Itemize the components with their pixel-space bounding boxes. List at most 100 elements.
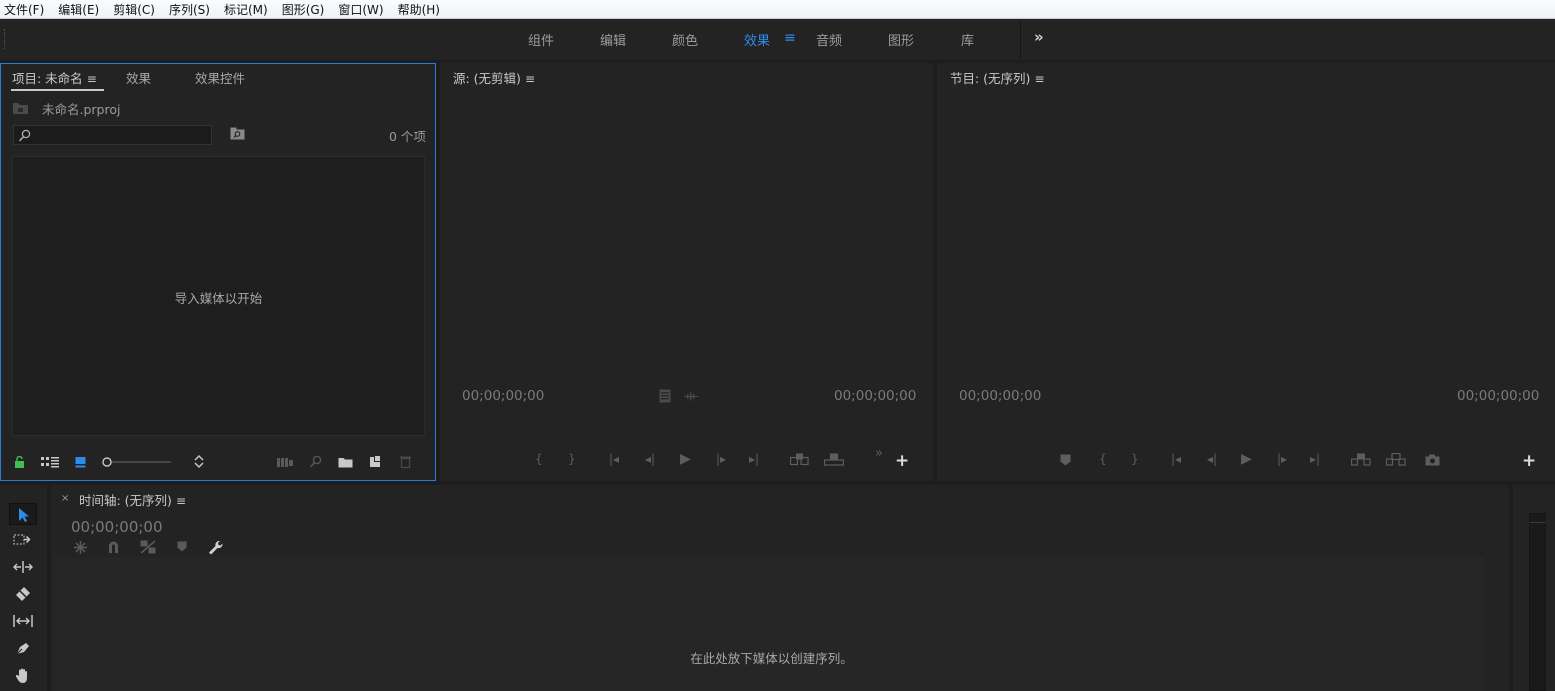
program-mark-in-icon[interactable]: { [1099,452,1107,466]
program-menu-icon[interactable]: ≡ [1034,72,1044,86]
new-bin-icon[interactable] [338,456,353,468]
icon-view-icon[interactable] [75,456,87,468]
program-play-icon[interactable]: ▶ [1241,451,1252,467]
snap-icon[interactable] [107,540,120,554]
program-go-to-out-icon[interactable]: ▸| [1310,452,1320,466]
wrench-icon[interactable] [208,540,224,555]
audio-meter-clip-indicator[interactable] [1529,513,1546,523]
program-title-label: 节目: (无序列) [950,71,1031,86]
tools-panel [0,485,47,691]
workspace-libraries[interactable]: 库 [961,30,974,49]
add-marker-icon[interactable] [1060,454,1071,466]
export-frame-icon[interactable] [1425,454,1440,466]
find-icon[interactable] [309,455,322,468]
workspace-assembly[interactable]: 组件 [528,30,554,49]
mark-in-icon[interactable]: { [535,452,543,466]
sort-icon[interactable] [193,454,205,469]
menu-file[interactable]: 文件(F) [4,1,44,18]
pen-tool-icon[interactable] [9,637,37,659]
program-monitor-title[interactable]: 节目: (无序列) ≡ [950,68,1045,87]
menu-clip[interactable]: 剪辑(C) [113,1,155,18]
menu-help[interactable]: 帮助(H) [398,1,440,18]
timeline-marker-icon[interactable] [177,541,187,552]
menu-sequence[interactable]: 序列(S) [169,1,210,18]
workspace-color[interactable]: 颜色 [672,30,698,49]
menubar: 文件(F) 编辑(E) 剪辑(C) 序列(S) 标记(M) 图形(G) 窗口(W… [0,0,1555,19]
nest-sequence-icon[interactable] [73,540,88,555]
list-view-icon[interactable] [41,456,59,468]
lock-icon[interactable] [14,456,25,468]
workspace-audio[interactable]: 音频 [816,30,842,49]
automate-sequence-icon[interactable] [277,457,293,468]
search-input[interactable] [13,125,212,145]
program-add-button-icon[interactable]: + [1522,451,1536,471]
slip-tool-icon[interactable] [9,610,37,632]
program-go-to-in-icon[interactable]: |◂ [1171,452,1181,466]
drop-media-message: 在此处放下媒体以创建序列。 [690,651,853,666]
program-mark-out-icon[interactable]: } [1131,452,1139,466]
menu-edit[interactable]: 编辑(E) [58,1,99,18]
play-icon[interactable]: ▶ [680,451,691,467]
menu-window[interactable]: 窗口(W) [338,1,383,18]
tab-effects[interactable]: 效果 [126,68,151,87]
lift-icon[interactable] [1351,453,1371,466]
timeline-timecode[interactable]: 00;00;00;00 [71,518,163,536]
source-monitor-panel: 源: (无剪辑) ≡ 00;00;00;00 00;00;00;00 { } |◂… [440,63,933,481]
drag-video-icon[interactable] [659,389,671,403]
workspace-effects[interactable]: 效果 [744,30,770,49]
search-bin-icon[interactable] [230,127,245,140]
project-menu-icon[interactable]: ≡ [87,72,97,86]
linked-selection-icon[interactable] [140,540,156,554]
source-monitor-title[interactable]: 源: (无剪辑) ≡ [453,68,535,87]
project-bin-icon [13,103,28,114]
extract-icon[interactable] [1386,453,1406,466]
source-menu-icon[interactable]: ≡ [525,72,535,86]
audio-meter [1529,513,1546,691]
project-filename: 未命名.prproj [42,102,121,117]
razor-tool-icon[interactable] [9,583,37,605]
source-title-label: 源: (无剪辑) [453,71,521,86]
timeline-close-icon[interactable]: × [61,493,69,504]
trash-icon[interactable] [400,455,411,468]
timeline-tab[interactable]: 时间轴: (无序列) ≡ [79,490,186,509]
workspace-graphics[interactable]: 图形 [888,30,914,49]
workspace-bar: 组件 编辑 颜色 效果 ≡ 音频 图形 库 » [0,19,1555,60]
program-monitor-panel: 节目: (无序列) ≡ 00;00;00;00 00;00;00;00 { } |… [937,63,1555,481]
program-playhead-timecode[interactable]: 00;00;00;00 [959,388,1041,404]
media-drop-area[interactable]: 导入媒体以开始 [12,156,425,436]
track-select-tool-icon[interactable] [9,529,37,551]
selection-tool-icon[interactable] [9,503,37,525]
grip-handle[interactable] [4,29,6,49]
workspace-menu-icon[interactable]: ≡ [784,30,796,46]
source-more-buttons-icon[interactable]: » [875,446,883,461]
import-media-message: 导入媒体以开始 [174,291,263,306]
insert-icon[interactable] [790,453,809,466]
go-to-in-icon[interactable]: |◂ [609,452,619,466]
tab-project[interactable]: 项目: 未命名 ≡ [12,68,97,87]
overwrite-icon[interactable] [824,453,844,466]
item-count: 0 个项 [389,129,426,144]
menu-markers[interactable]: 标记(M) [224,1,268,18]
program-step-forward-icon[interactable]: |▸ [1277,452,1287,466]
step-back-icon[interactable]: ◂| [645,452,655,466]
timeline-menu-icon[interactable]: ≡ [176,494,186,508]
step-forward-icon[interactable]: |▸ [716,452,726,466]
tab-project-label: 项目: 未命名 [12,71,83,86]
zoom-slider[interactable] [101,455,173,469]
program-duration-timecode: 00;00;00;00 [1457,388,1540,404]
drag-audio-icon[interactable] [684,392,698,401]
mark-out-icon[interactable]: } [568,452,576,466]
workspace-editing[interactable]: 编辑 [600,30,626,49]
ripple-edit-tool-icon[interactable] [9,556,37,578]
source-playhead-timecode[interactable]: 00;00;00;00 [462,388,544,404]
audio-meter-panel [1513,485,1555,691]
go-to-out-icon[interactable]: ▸| [749,452,759,466]
new-item-icon[interactable] [369,455,382,468]
hand-tool-icon[interactable] [9,664,37,686]
program-step-back-icon[interactable]: ◂| [1207,452,1217,466]
tab-effect-controls[interactable]: 效果控件 [195,68,245,87]
track-area[interactable] [53,557,1484,691]
more-workspaces-icon[interactable]: » [1034,28,1044,46]
source-add-button-icon[interactable]: + [895,451,909,471]
menu-graphics[interactable]: 图形(G) [282,1,325,18]
